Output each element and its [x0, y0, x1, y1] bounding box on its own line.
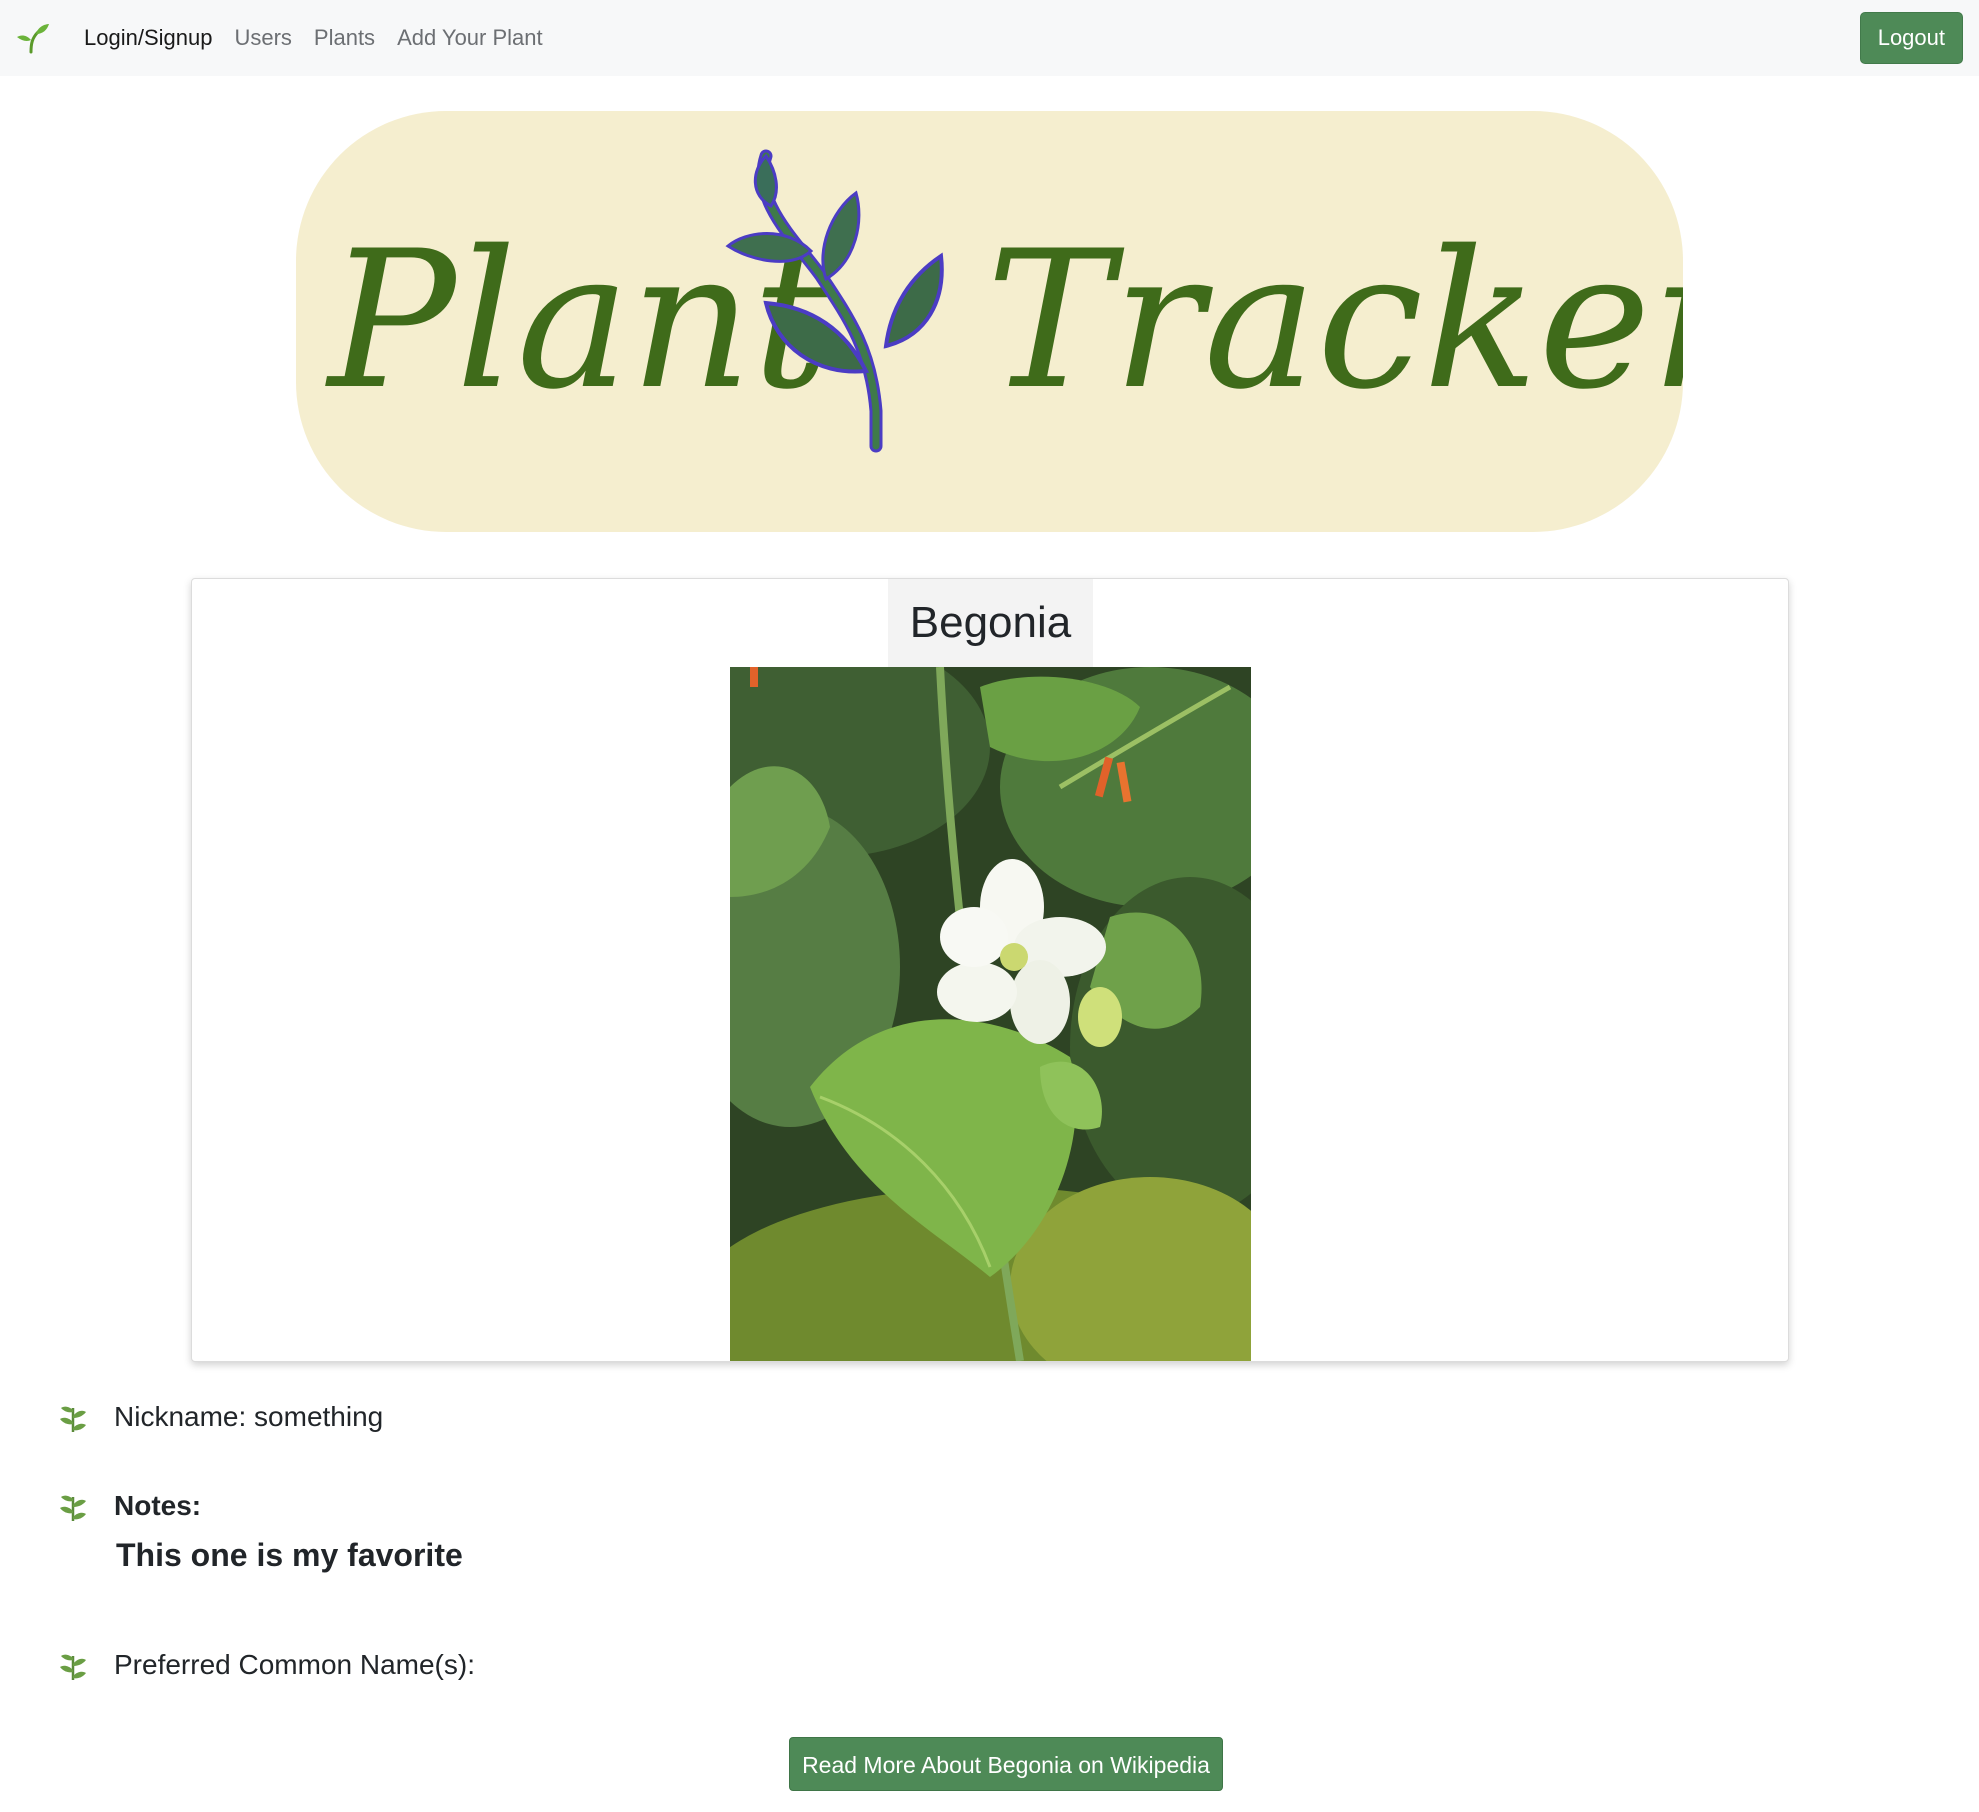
sprout-icon[interactable]: [16, 22, 50, 54]
common-name-row: Preferred Common Name(s):: [56, 1648, 475, 1682]
wikipedia-button[interactable]: Read More About Begonia on Wikipedia: [789, 1737, 1223, 1791]
leaf-icon: [56, 1489, 90, 1523]
nav-link-login-signup[interactable]: Login/Signup: [84, 25, 212, 51]
plant-photo-image: [730, 667, 1251, 1361]
notes-value: This one is my favorite: [116, 1537, 463, 1573]
nav-link-add-your-plant[interactable]: Add Your Plant: [397, 25, 543, 51]
nickname-row: Nickname: something: [56, 1400, 383, 1434]
leaf-icon: [56, 1648, 90, 1682]
common-name-label: Preferred Common Name(s):: [114, 1649, 475, 1680]
nickname-text: Nickname: something: [114, 1401, 384, 1432]
logout-button[interactable]: Logout: [1859, 12, 1963, 64]
nav-links: Login/Signup Users Plants Add Your Plant: [84, 0, 543, 76]
leaf-icon: [56, 1400, 90, 1434]
nav-link-plants[interactable]: Plants: [314, 25, 375, 51]
logo-text-right: Tracker: [986, 210, 1683, 431]
plant-name-title: Begonia: [909, 598, 1072, 647]
plant-tracker-logo: Plant Tracker: [296, 111, 1683, 532]
notes-row: Notes:: [56, 1489, 201, 1523]
navbar: Login/Signup Users Plants Add Your Plant…: [0, 0, 1979, 76]
plant-card: Begonia: [191, 578, 1789, 1362]
nav-link-users[interactable]: Users: [234, 25, 291, 51]
card-header: Begonia: [888, 579, 1093, 667]
notes-label: Notes:: [114, 1490, 202, 1521]
